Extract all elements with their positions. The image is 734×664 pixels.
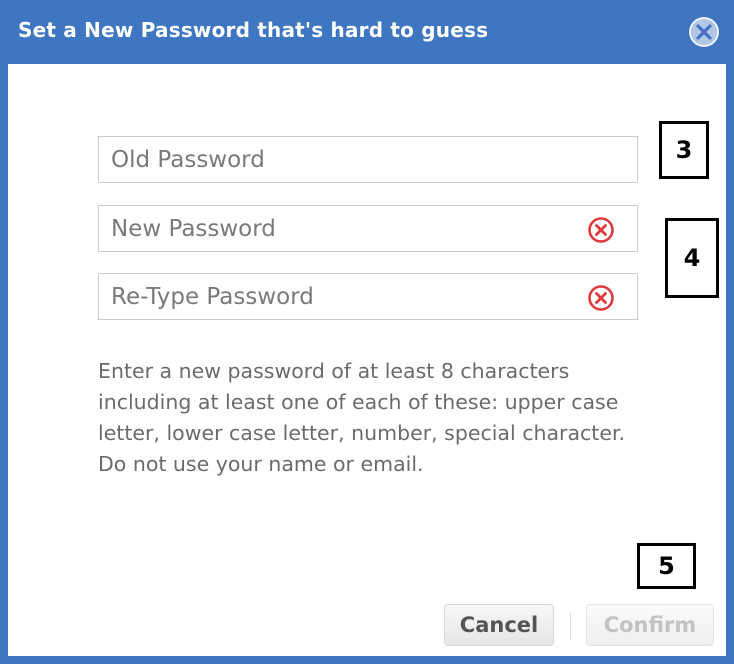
- dialog-title: Set a New Password that's hard to guess: [18, 18, 489, 42]
- annotation-marker-3: 3: [659, 121, 709, 179]
- cancel-button[interactable]: Cancel: [444, 604, 554, 646]
- retype-password-input[interactable]: [99, 274, 637, 319]
- error-icon: [588, 285, 614, 311]
- password-dialog: Set a New Password that's hard to guess: [0, 0, 734, 664]
- old-password-input[interactable]: [99, 137, 637, 182]
- confirm-button[interactable]: Confirm: [586, 604, 714, 646]
- new-password-input[interactable]: [99, 206, 637, 251]
- annotation-marker-4: 4: [665, 218, 719, 298]
- dialog-body: Enter a new password of at least 8 chara…: [8, 64, 726, 656]
- close-icon[interactable]: [689, 17, 719, 47]
- annotation-marker-5: 5: [637, 543, 696, 589]
- dialog-titlebar: Set a New Password that's hard to guess: [0, 0, 734, 64]
- error-icon: [588, 217, 614, 243]
- button-divider: [570, 612, 571, 640]
- password-help-text: Enter a new password of at least 8 chara…: [98, 359, 626, 476]
- old-password-field: [98, 136, 638, 183]
- new-password-field: [98, 205, 638, 252]
- retype-password-field: [98, 273, 638, 320]
